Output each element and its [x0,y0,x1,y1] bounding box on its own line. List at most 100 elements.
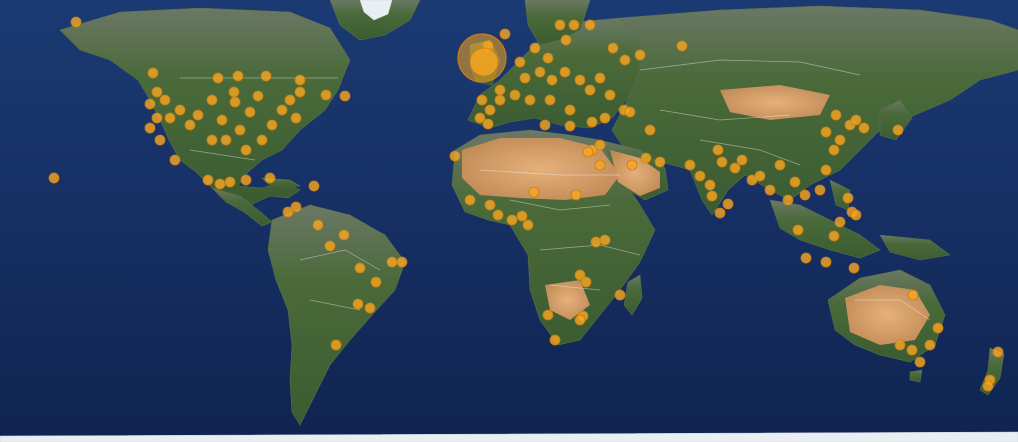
location-marker[interactable] [151,112,163,124]
location-marker[interactable] [499,28,511,40]
location-marker[interactable] [352,298,364,310]
location-marker[interactable] [216,114,228,126]
location-marker[interactable] [574,314,586,326]
location-marker[interactable] [151,86,163,98]
location-marker[interactable] [716,156,728,168]
location-marker[interactable] [324,240,336,252]
location-marker[interactable] [792,224,804,236]
location-marker[interactable] [607,42,619,54]
location-marker[interactable] [906,344,918,356]
location-marker[interactable] [240,144,252,156]
location-marker[interactable] [858,122,870,134]
location-marker[interactable] [820,256,832,268]
location-marker[interactable] [564,120,576,132]
location-marker[interactable] [260,70,272,82]
location-marker[interactable] [386,256,398,268]
location-marker[interactable] [330,339,342,351]
location-marker[interactable] [892,124,904,136]
location-marker[interactable] [220,134,232,146]
location-marker[interactable] [522,219,534,231]
location-marker[interactable] [70,16,82,28]
location-marker[interactable] [169,154,181,166]
location-marker[interactable] [312,219,324,231]
location-marker[interactable] [494,84,506,96]
location-marker[interactable] [534,66,546,78]
location-marker[interactable] [982,380,994,392]
location-marker[interactable] [154,134,166,146]
location-marker[interactable] [992,346,1004,358]
location-marker[interactable] [820,164,832,176]
location-marker[interactable] [164,112,176,124]
location-marker[interactable] [396,256,408,268]
location-marker[interactable] [214,178,226,190]
location-marker[interactable] [184,119,196,131]
location-marker[interactable] [290,112,302,124]
location-marker[interactable] [224,176,236,188]
location-marker[interactable] [722,198,734,210]
location-marker[interactable] [276,104,288,116]
location-marker[interactable] [228,86,240,98]
location-marker[interactable] [594,159,606,171]
location-marker[interactable] [159,94,171,106]
location-marker[interactable] [542,309,554,321]
location-marker[interactable] [850,114,862,126]
location-marker[interactable] [539,119,551,131]
location-marker[interactable] [774,159,786,171]
location-marker[interactable] [684,159,696,171]
location-marker[interactable] [492,209,504,221]
location-marker[interactable] [147,67,159,79]
location-marker[interactable] [814,184,826,196]
location-marker[interactable] [524,94,536,106]
location-marker[interactable] [764,184,776,196]
location-marker[interactable] [582,146,594,158]
location-marker[interactable] [634,49,646,61]
location-marker[interactable] [509,89,521,101]
location-marker[interactable] [560,34,572,46]
location-marker[interactable] [244,106,256,118]
location-marker[interactable] [364,302,376,314]
location-marker[interactable] [264,172,276,184]
location-marker[interactable] [584,19,596,31]
location-marker[interactable] [830,109,842,121]
location-marker[interactable] [484,199,496,211]
location-marker[interactable] [619,54,631,66]
location-marker[interactable] [464,194,476,206]
location-marker[interactable] [338,229,350,241]
location-marker[interactable] [599,234,611,246]
location-marker[interactable] [206,94,218,106]
location-marker[interactable] [370,276,382,288]
location-marker[interactable] [828,230,840,242]
location-marker[interactable] [202,174,214,186]
location-marker[interactable] [848,262,860,274]
location-marker[interactable] [469,47,499,77]
location-marker[interactable] [519,72,531,84]
location-marker[interactable] [614,289,626,301]
location-marker[interactable] [604,89,616,101]
location-marker[interactable] [654,156,666,168]
map-canvas[interactable] [0,0,1018,442]
location-marker[interactable] [476,94,488,106]
location-marker[interactable] [494,94,506,106]
location-marker[interactable] [320,89,332,101]
location-marker[interactable] [174,104,186,116]
location-marker[interactable] [284,94,296,106]
location-marker[interactable] [932,322,944,334]
location-marker[interactable] [559,66,571,78]
location-marker[interactable] [800,252,812,264]
location-marker[interactable] [640,152,652,164]
location-marker[interactable] [924,339,936,351]
location-marker[interactable] [294,86,306,98]
world-map[interactable] [0,0,1018,442]
location-marker[interactable] [828,144,840,156]
location-marker[interactable] [574,74,586,86]
location-marker[interactable] [549,334,561,346]
location-marker[interactable] [308,180,320,192]
location-marker[interactable] [626,159,638,171]
location-marker[interactable] [554,19,566,31]
location-marker[interactable] [529,42,541,54]
location-marker[interactable] [449,150,461,162]
location-marker[interactable] [266,119,278,131]
location-marker[interactable] [232,70,244,82]
location-marker[interactable] [484,104,496,116]
location-marker[interactable] [704,179,716,191]
